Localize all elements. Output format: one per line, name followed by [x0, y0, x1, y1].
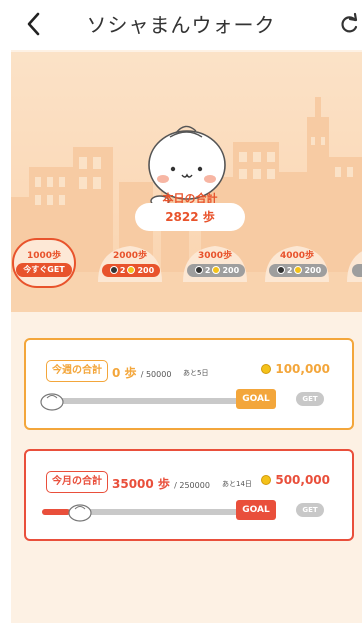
monthly-progress-fill — [42, 509, 70, 515]
monthly-reward: 500,000 — [261, 473, 330, 487]
page-title: ソシャまんウォーク — [86, 13, 276, 37]
monthly-progress-knob — [68, 504, 92, 522]
weekly-steps: 0 歩 / 50000 — [112, 364, 171, 381]
monthly-get-button[interactable]: GET — [296, 503, 324, 517]
weekly-reward: 100,000 — [261, 362, 330, 376]
milestone-4000[interactable]: 4000歩 2 200 — [262, 242, 332, 288]
refresh-icon — [341, 12, 358, 33]
weekly-tag: 今週の合計 — [46, 360, 108, 382]
reward-chip: 2 200 — [102, 264, 160, 277]
reward-chip — [352, 264, 362, 277]
milestone-1000[interactable]: 1000歩 今すぐGET — [12, 238, 76, 288]
milestone-label: 3000歩 — [197, 251, 233, 261]
refresh-button[interactable] — [338, 12, 360, 36]
header-bar: ソシャまんウォーク — [0, 0, 362, 50]
today-steps: 2822 歩 — [135, 203, 245, 231]
stamp-icon — [194, 266, 203, 274]
monthly-steps: 35000 歩 / 250000 — [112, 475, 210, 492]
coin-icon — [212, 266, 221, 274]
stamp-icon — [276, 266, 285, 274]
stamp-icon — [109, 266, 118, 274]
get-now-button[interactable]: 今すぐGET — [16, 263, 72, 277]
weekly-step-count: 0 歩 — [112, 366, 137, 380]
monthly-remaining: あと14日 — [222, 480, 252, 488]
reward-chip: 2 200 — [269, 264, 327, 277]
monthly-goal: / 250000 — [174, 481, 210, 490]
weekly-progress-track — [42, 398, 240, 404]
weekly-remaining: あと5日 — [183, 369, 209, 377]
milestone-3000[interactable]: 3000歩 2 200 — [180, 242, 250, 288]
stamp-count: 2 — [119, 266, 126, 275]
weekly-goal-button[interactable]: GOAL — [236, 389, 276, 409]
weekly-progress-knob — [40, 393, 64, 411]
reward-chip: 2 200 — [187, 264, 245, 277]
monthly-goal-button[interactable]: GOAL — [236, 500, 276, 520]
coin-icon — [261, 475, 272, 485]
weekly-goal: / 50000 — [140, 370, 172, 379]
weekly-reward-amount: 100,000 — [275, 362, 330, 376]
milestone-2000[interactable]: 2000歩 2 200 — [95, 242, 165, 288]
weekly-get-button[interactable]: GET — [296, 392, 324, 406]
milestone-label: 2000歩 — [112, 251, 148, 261]
coin-icon — [261, 364, 272, 374]
milestone-label: 1000歩 — [26, 251, 62, 261]
stamp-count: 2 — [204, 266, 211, 275]
coin-icon — [294, 266, 303, 274]
coin-icon — [127, 266, 136, 274]
coin-count: 200 — [137, 266, 155, 275]
coin-count: 200 — [222, 266, 240, 275]
monthly-tag: 今月の合計 — [46, 471, 108, 493]
coin-count: 200 — [304, 266, 322, 275]
weekly-total-card: 今週の合計 0 歩 / 50000 あと5日 100,000 GOAL GET — [24, 338, 354, 430]
monthly-step-count: 35000 歩 — [112, 477, 170, 491]
stamp-count: 2 — [286, 266, 293, 275]
monthly-total-card: 今月の合計 35000 歩 / 250000 あと14日 500,000 GOA… — [24, 449, 354, 541]
monthly-reward-amount: 500,000 — [275, 473, 330, 487]
milestone-label: 4000歩 — [279, 251, 315, 261]
milestone-next-partial[interactable] — [344, 242, 362, 288]
